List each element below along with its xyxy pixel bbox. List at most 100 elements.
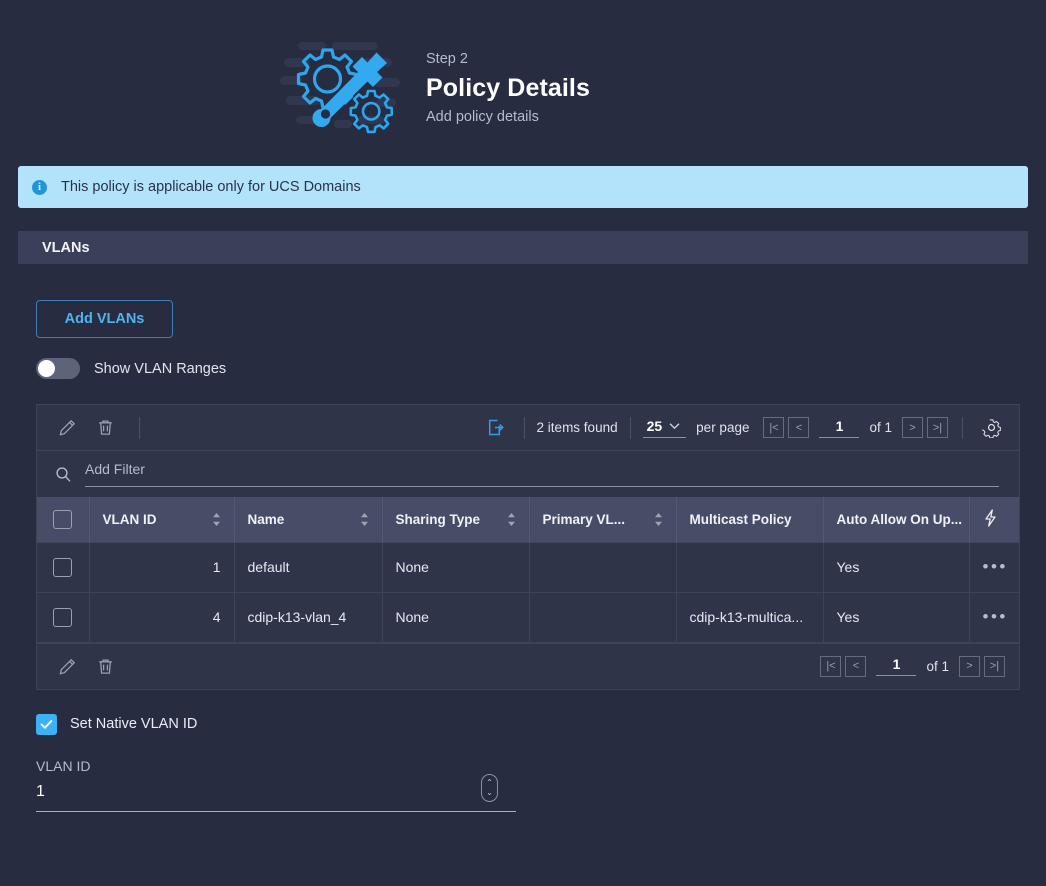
column-header-sharing-type[interactable]: Sharing Type [382, 497, 530, 542]
settings-divider [962, 416, 963, 439]
table-row[interactable]: 4 cdip-k13-vlan_4 None cdip-k13-multica.… [37, 591, 1019, 643]
page-header: Step 2 Policy Details Add policy details [0, 0, 1046, 166]
toolbar-divider-2 [523, 416, 525, 439]
table-footer: |< < 1 of 1 > >| [37, 642, 1019, 689]
export-icon[interactable] [480, 412, 512, 444]
page-title: Policy Details [426, 73, 590, 102]
sort-icon [360, 512, 368, 526]
cell-name: cdip-k13-vlan_4 [234, 591, 383, 643]
vlan-id-stepper[interactable]: ⌃ ⌄ [481, 773, 498, 802]
vlans-section-title: VLANs [42, 239, 90, 256]
set-native-vlan-label: Set Native VLAN ID [70, 716, 198, 732]
set-native-vlan-row: Set Native VLAN ID [36, 713, 1028, 735]
toolbar-divider [139, 416, 140, 439]
sort-icon [654, 512, 662, 526]
page-number-input[interactable]: 1 [819, 418, 860, 438]
show-vlan-ranges-toggle[interactable] [36, 358, 80, 379]
filter-input[interactable]: Add Filter [85, 461, 999, 487]
row-actions-menu-button[interactable]: ••• [983, 557, 1008, 576]
row-checkbox[interactable] [53, 557, 72, 577]
table-header: VLAN ID Name Sharing Type Primary VL... … [37, 497, 1019, 542]
cell-name: default [234, 541, 383, 593]
page-number-input[interactable]: 1 [876, 656, 917, 676]
table-header-row: VLAN ID Name Sharing Type Primary VL... … [37, 497, 1019, 542]
info-banner: i This policy is applicable only for UCS… [18, 166, 1028, 208]
policy-details-page: Step 2 Policy Details Add policy details… [0, 0, 1046, 886]
last-page-button[interactable]: >| [984, 655, 1005, 677]
column-header-name[interactable]: Name [234, 497, 383, 542]
vlan-id-input[interactable]: 1 [36, 783, 516, 812]
stepper-down-icon[interactable]: ⌄ [486, 789, 493, 797]
cell-vlan-id: 4 [89, 591, 235, 643]
show-vlan-ranges-label: Show VLAN Ranges [94, 360, 227, 377]
stepper-up-icon[interactable]: ⌃ [486, 779, 493, 787]
per-page-value: 25 [646, 417, 663, 434]
page-count-label: of 1 [926, 658, 949, 674]
next-page-button[interactable]: > [959, 655, 980, 677]
info-banner-text: This policy is applicable only for UCS D… [61, 179, 361, 195]
row-checkbox[interactable] [53, 607, 72, 627]
column-label: VLAN ID [102, 511, 157, 527]
column-header-actions [969, 497, 1019, 542]
gear-wrench-illustration [276, 30, 404, 140]
select-all-checkbox[interactable] [53, 509, 72, 529]
table-toolbar: 2 items found 25 per page |< < 1 of 1 > … [37, 405, 1019, 451]
table-body: 1 default None Yes ••• 4 cdip-k13-vlan_4… [37, 541, 1019, 643]
items-found-label: 2 items found [536, 420, 618, 435]
cell-sharing-type: None [382, 541, 530, 593]
lightning-icon [984, 509, 996, 527]
vlans-table: VLAN ID Name Sharing Type Primary VL... … [37, 497, 1019, 643]
last-page-button[interactable]: >| [927, 417, 948, 438]
page-subtitle: Add policy details [426, 108, 539, 125]
prev-page-button[interactable]: < [845, 655, 867, 677]
per-page-label: per page [696, 420, 750, 435]
first-page-button[interactable]: |< [763, 417, 785, 438]
column-label: Multicast Policy [689, 511, 792, 527]
column-header-primary-vlan[interactable]: Primary VL... [529, 497, 677, 542]
next-page-button[interactable]: > [902, 417, 923, 438]
cell-auto-allow: Yes [823, 591, 970, 643]
column-label: Name [247, 511, 285, 527]
trash-icon[interactable] [89, 412, 121, 444]
footer-pagination: |< < 1 of 1 > >| [818, 655, 1007, 677]
page-count-label: of 1 [869, 420, 892, 435]
column-header-auto-allow-on-uplinks[interactable]: Auto Allow On Up... [823, 497, 970, 542]
chevron-down-icon [669, 422, 680, 429]
column-label: Auto Allow On Up... [836, 511, 962, 527]
column-header-multicast-policy[interactable]: Multicast Policy [676, 497, 824, 542]
sort-icon [507, 512, 515, 526]
cell-row-actions: ••• [969, 541, 1019, 593]
trash-icon[interactable] [89, 650, 121, 682]
vlan-id-field-label: VLAN ID [36, 757, 91, 774]
select-all-header [37, 497, 90, 542]
row-select-cell [37, 541, 90, 593]
set-native-vlan-checkbox[interactable] [36, 713, 57, 735]
cell-row-actions: ••• [969, 591, 1019, 643]
show-vlan-ranges-row: Show VLAN Ranges [36, 358, 1028, 379]
table-row[interactable]: 1 default None Yes ••• [37, 541, 1019, 593]
check-icon [40, 719, 53, 729]
prev-page-button[interactable]: < [788, 417, 810, 438]
table-pagination: 2 items found 25 per page |< < 1 of 1 > … [536, 416, 950, 439]
cell-multicast-policy [676, 541, 824, 593]
row-actions-menu-button[interactable]: ••• [983, 607, 1008, 626]
cell-primary-vlan [529, 541, 677, 593]
first-page-button[interactable]: |< [820, 655, 842, 677]
column-label: Primary VL... [542, 511, 626, 527]
step-label: Step 2 [426, 51, 468, 68]
pencil-icon[interactable] [51, 650, 83, 682]
native-vlan-id-field: VLAN ID 1 ⌃ ⌄ [36, 758, 516, 812]
add-vlans-button[interactable]: Add VLANs [36, 300, 173, 338]
gear-icon[interactable] [975, 412, 1007, 444]
header-text-block: Step 2 Policy Details Add policy details [426, 45, 590, 125]
pencil-icon[interactable] [51, 412, 83, 444]
cell-vlan-id: 1 [89, 541, 235, 593]
pager-divider [629, 416, 631, 439]
column-header-vlan-id[interactable]: VLAN ID [89, 497, 235, 542]
per-page-select[interactable]: 25 [642, 417, 687, 438]
vlans-table-panel: 2 items found 25 per page |< < 1 of 1 > … [36, 404, 1020, 690]
column-label: Sharing Type [395, 511, 481, 527]
filter-row: Add Filter [37, 451, 1019, 497]
vlans-section-bar: VLANs [18, 231, 1028, 264]
toolbar-icon-group [51, 412, 152, 444]
